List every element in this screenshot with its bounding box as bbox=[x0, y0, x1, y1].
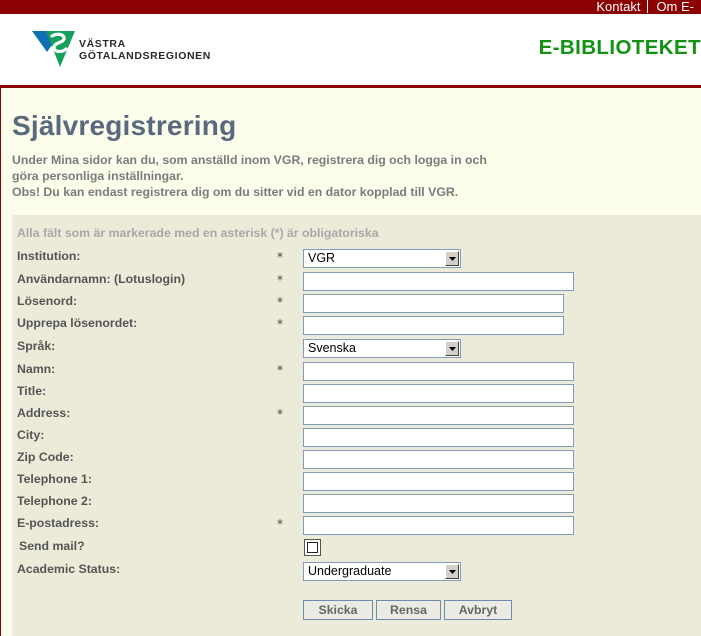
site-header: VÄSTRA GÖTALANDSREGIONEN E-BIBLIOTEKET bbox=[0, 14, 701, 85]
nav-link-om[interactable]: Om E- bbox=[648, 0, 701, 14]
title-input[interactable] bbox=[303, 384, 574, 403]
phone1-input[interactable] bbox=[303, 472, 574, 491]
row-phone2: Telephone 2: bbox=[12, 494, 701, 516]
cancel-button[interactable]: Avbryt bbox=[444, 600, 512, 620]
required-asterisk: * bbox=[277, 363, 283, 377]
row-institution: Institution: * VGR bbox=[12, 249, 701, 271]
dropdown-arrow-icon[interactable] bbox=[445, 564, 459, 579]
vgr-logo-icon bbox=[32, 31, 75, 67]
required-fields-note: Alla fält som är markerade med en asteri… bbox=[17, 226, 379, 240]
institution-selected-value: VGR bbox=[308, 251, 336, 265]
language-selected-value: Svenska bbox=[308, 341, 356, 355]
academic-status-label: Academic Status: bbox=[17, 562, 121, 576]
required-asterisk: * bbox=[277, 273, 283, 287]
intro-line-3: Obs! Du kan endast registrera dig om du … bbox=[12, 185, 459, 199]
password-repeat-label: Upprepa lösenordet: bbox=[17, 316, 138, 330]
required-asterisk: * bbox=[277, 317, 283, 331]
address-input[interactable] bbox=[303, 406, 574, 425]
row-city: City: bbox=[12, 428, 701, 450]
site-title: E-BIBLIOTEKET bbox=[538, 36, 701, 59]
row-send-mail: Send mail? bbox=[12, 539, 701, 561]
required-asterisk: * bbox=[277, 517, 283, 531]
logo-text: VÄSTRA GÖTALANDSREGIONEN bbox=[79, 38, 211, 62]
password-repeat-input[interactable] bbox=[303, 316, 564, 335]
row-email: E-postadress: * bbox=[12, 516, 701, 538]
page-title: Självregistrering bbox=[12, 110, 237, 141]
row-address: Address: * bbox=[12, 406, 701, 428]
logo-text-line1: VÄSTRA bbox=[79, 38, 126, 50]
row-name: Namn: * bbox=[12, 362, 701, 384]
row-password-repeat: Upprepa lösenordet: * bbox=[12, 316, 701, 338]
phone2-label: Telephone 2: bbox=[17, 494, 92, 508]
dropdown-arrow-icon[interactable] bbox=[445, 251, 459, 266]
row-language: Språk: Svenska bbox=[12, 339, 701, 361]
submit-button[interactable]: Skicka bbox=[303, 600, 373, 620]
username-label: Användarnamn: (Lotuslogin) bbox=[17, 272, 186, 286]
row-phone1: Telephone 1: bbox=[12, 472, 701, 494]
password-label: Lösenord: bbox=[17, 294, 78, 308]
email-label: E-postadress: bbox=[17, 516, 100, 530]
intro-line-1: Under Mina sidor kan du, som anställd in… bbox=[12, 153, 487, 167]
password-input[interactable] bbox=[303, 294, 564, 313]
send-mail-checkbox[interactable] bbox=[304, 539, 321, 556]
phone1-label: Telephone 1: bbox=[17, 472, 92, 486]
main-content: Självregistrering Under Mina sidor kan d… bbox=[1, 88, 701, 636]
name-input[interactable] bbox=[303, 362, 574, 381]
academic-status-selected-value: Undergraduate bbox=[308, 564, 392, 578]
address-label: Address: bbox=[17, 406, 71, 420]
email-input[interactable] bbox=[303, 516, 574, 535]
phone2-input[interactable] bbox=[303, 494, 574, 513]
zip-input[interactable] bbox=[303, 450, 574, 469]
row-password: Lösenord: * bbox=[12, 294, 701, 316]
top-bar: Kontakt Om E- bbox=[0, 0, 701, 14]
vgr-logo[interactable]: VÄSTRA GÖTALANDSREGIONEN bbox=[32, 30, 222, 70]
name-label: Namn: bbox=[17, 362, 56, 376]
top-navigation: Kontakt Om E- bbox=[588, 0, 701, 14]
logo-text-line2: GÖTALANDSREGIONEN bbox=[79, 50, 211, 62]
city-label: City: bbox=[17, 428, 45, 442]
username-input[interactable] bbox=[303, 272, 574, 291]
form-actions: Skicka Rensa Avbryt bbox=[12, 600, 701, 622]
intro-line-2: göra personliga inställningar. bbox=[12, 169, 184, 183]
city-input[interactable] bbox=[303, 428, 574, 447]
nav-link-kontakt[interactable]: Kontakt bbox=[588, 0, 647, 14]
intro-text: Under Mina sidor kan du, som anställd in… bbox=[12, 152, 572, 200]
academic-status-select[interactable]: Undergraduate bbox=[303, 562, 461, 581]
dropdown-arrow-icon[interactable] bbox=[445, 341, 459, 356]
required-asterisk: * bbox=[277, 295, 283, 309]
reset-button[interactable]: Rensa bbox=[376, 600, 441, 620]
institution-select[interactable]: VGR bbox=[303, 249, 461, 268]
required-asterisk: * bbox=[277, 250, 283, 264]
title-label: Title: bbox=[17, 384, 47, 398]
row-title: Title: bbox=[12, 384, 701, 406]
institution-label: Institution: bbox=[17, 249, 81, 263]
registration-form: Alla fält som är markerade med en asteri… bbox=[12, 215, 701, 636]
language-select[interactable]: Svenska bbox=[303, 339, 461, 358]
required-asterisk: * bbox=[277, 407, 283, 421]
checkbox-box bbox=[307, 542, 318, 553]
row-username: Användarnamn: (Lotuslogin) * bbox=[12, 272, 701, 294]
zip-label: Zip Code: bbox=[17, 450, 74, 464]
row-academic-status: Academic Status: Undergraduate bbox=[12, 562, 701, 584]
send-mail-label: Send mail? bbox=[19, 539, 85, 553]
row-zip: Zip Code: bbox=[12, 450, 701, 472]
language-label: Språk: bbox=[17, 339, 56, 353]
